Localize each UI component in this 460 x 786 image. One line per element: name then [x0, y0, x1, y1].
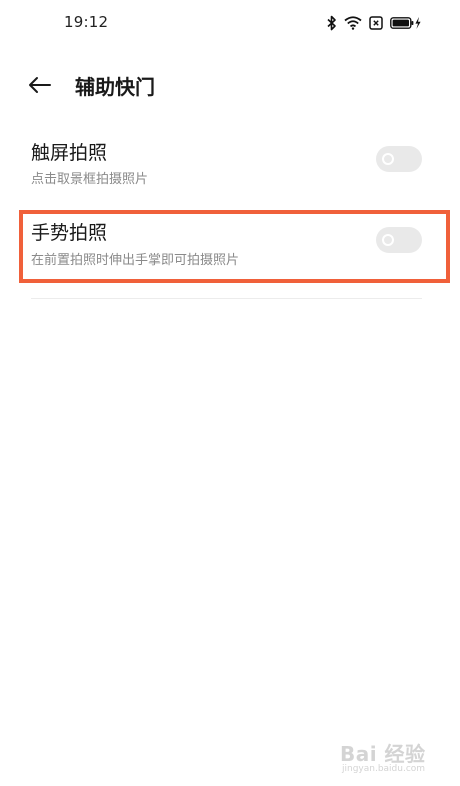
page-title: 辅助快门	[75, 75, 155, 99]
bluetooth-icon	[327, 15, 336, 31]
arrow-left-icon[interactable]	[27, 72, 53, 98]
status-icons	[327, 14, 422, 32]
wifi-icon	[344, 16, 362, 30]
toggle-knob	[382, 153, 394, 165]
highlight-annotation-box	[19, 210, 450, 283]
touch-capture-toggle[interactable]	[376, 146, 422, 172]
battery-charging-icon	[390, 17, 421, 29]
status-bar: 19:12	[0, 0, 460, 46]
screen: 19:12 辅助快门 触屏拍照 点击取景框拍摄照片 手势拍照 在前置拍照时伸出手…	[0, 0, 460, 786]
setting-row-touch-capture[interactable]: 触屏拍照 点击取景框拍摄照片	[0, 130, 460, 200]
watermark-url: jingyan.baidu.com	[342, 764, 426, 774]
status-time: 19:12	[64, 13, 109, 31]
watermark-logo-text: Bai 经验	[340, 742, 426, 766]
sim-off-icon	[369, 16, 383, 30]
setting-description: 点击取景框拍摄照片	[31, 172, 149, 187]
setting-title: 触屏拍照	[31, 142, 108, 164]
divider	[31, 298, 422, 299]
baidu-jingyan-watermark: Bai 经验 jingyan.baidu.com	[340, 738, 440, 778]
